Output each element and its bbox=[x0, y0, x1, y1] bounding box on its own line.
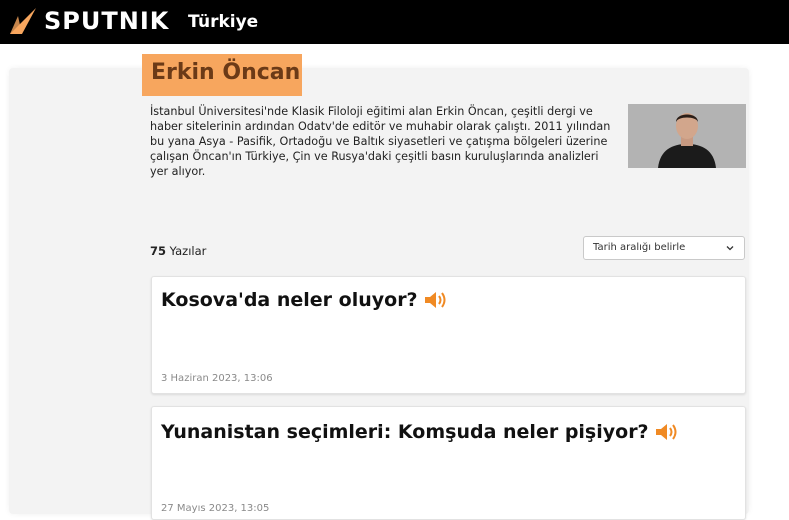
author-name: Erkin Öncan bbox=[151, 60, 301, 85]
article-title-text: Kosova'da neler oluyor? bbox=[161, 289, 418, 311]
chevron-down-icon bbox=[726, 246, 734, 251]
speaker-icon[interactable] bbox=[424, 290, 450, 310]
article-count-label: Yazılar bbox=[169, 244, 207, 258]
article-card[interactable]: Yunanistan seçimleri: Komşuda neler pişi… bbox=[151, 406, 746, 520]
article-title[interactable]: Kosova'da neler oluyor? bbox=[161, 289, 450, 311]
date-range-dropdown[interactable]: Tarih aralığı belirle bbox=[583, 236, 745, 260]
article-title[interactable]: Yunanistan seçimleri: Komşuda neler pişi… bbox=[161, 421, 681, 443]
author-bio: İstanbul Üniversitesi'nde Klasik Filoloj… bbox=[150, 105, 611, 178]
article-count: 75 Yazılar bbox=[150, 244, 206, 258]
sputnik-logo[interactable]: SPUTNIK bbox=[8, 6, 169, 36]
author-photo bbox=[628, 104, 746, 168]
article-date: 27 Mayıs 2023, 13:05 bbox=[161, 503, 270, 514]
author-portrait-image bbox=[628, 104, 746, 168]
article-count-number: 75 bbox=[150, 244, 167, 258]
logo-text: SPUTNIK bbox=[44, 7, 170, 35]
article-date: 3 Haziran 2023, 13:06 bbox=[161, 373, 273, 384]
edition-label[interactable]: Türkiye bbox=[188, 12, 258, 32]
date-range-label: Tarih aralığı belirle bbox=[593, 242, 686, 253]
top-navigation-bar: SPUTNIK Türkiye bbox=[0, 0, 789, 44]
article-card[interactable]: Kosova'da neler oluyor? 3 Haziran 2023, … bbox=[151, 276, 746, 394]
sputnik-logo-mark-icon bbox=[10, 8, 36, 34]
author-name-badge: Erkin Öncan bbox=[142, 54, 302, 96]
article-title-text: Yunanistan seçimleri: Komşuda neler pişi… bbox=[161, 421, 649, 443]
speaker-icon[interactable] bbox=[655, 422, 681, 442]
